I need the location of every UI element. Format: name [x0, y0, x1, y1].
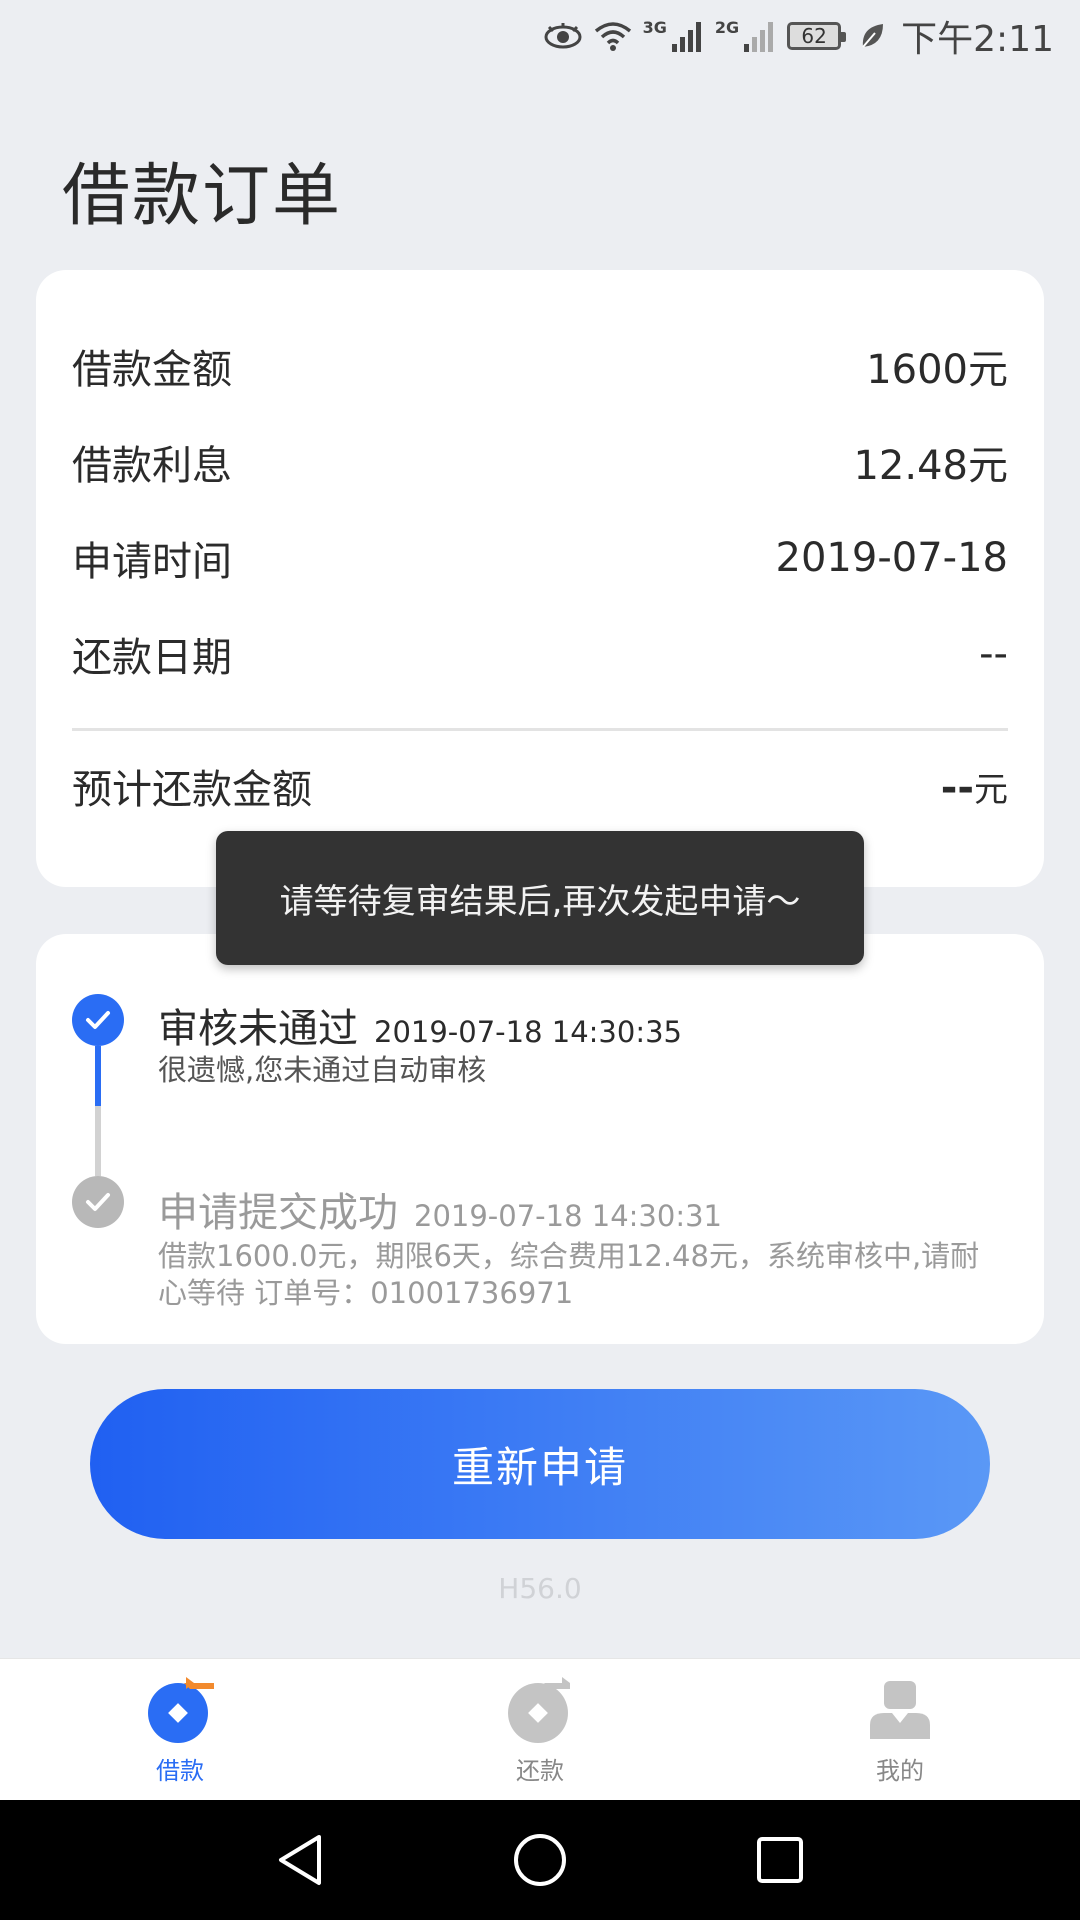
- timeline-item-submitted: 申请提交成功 2019-07-18 14:30:31: [158, 1180, 722, 1238]
- order-row-repay-date: 还款日期 --: [72, 624, 1008, 684]
- amount-value: 1600元: [866, 347, 1008, 393]
- order-row-apply-date: 申请时间 2019-07-18: [72, 528, 1008, 588]
- tab-label: 还款: [516, 1757, 564, 1785]
- status-timeline-card: 审核未通过 2019-07-18 14:30:35 很遗憾,您未通过自动审核 申…: [36, 934, 1044, 1344]
- tab-repay[interactable]: 还款: [440, 1659, 640, 1801]
- timeline-desc: 借款1600.0元，期限6天，综合费用12.48元，系统审核中,请耐心等待 订单…: [158, 1239, 980, 1310]
- bottom-tab-bar: 借款 还款 我的: [0, 1658, 1080, 1800]
- divider: [72, 728, 1008, 731]
- interest-label: 借款利息: [72, 443, 232, 489]
- amount-label: 借款金额: [72, 347, 232, 393]
- interest-value: 12.48元: [853, 443, 1008, 489]
- tab-label: 借款: [156, 1757, 204, 1785]
- profile-icon: [870, 1681, 930, 1739]
- toast-message: 请等待复审结果后,再次发起申请～: [216, 831, 864, 965]
- status-clock: 下午2:11: [901, 19, 1054, 60]
- timeline-item-rejected: 审核未通过 2019-07-18 14:30:35: [158, 996, 682, 1054]
- network-type-label: 3G: [642, 17, 667, 37]
- tab-borrow[interactable]: 借款: [80, 1659, 280, 1801]
- network-type-label: 2G: [714, 17, 740, 37]
- order-row-estimate: 预计还款金额 --元: [72, 756, 1008, 816]
- wifi-icon: [593, 19, 633, 53]
- check-circle-icon: [72, 1176, 124, 1228]
- estimate-label: 预计还款金额: [72, 767, 312, 813]
- recent-apps-icon[interactable]: [750, 1830, 810, 1890]
- timeline-title: 审核未通过: [158, 1006, 358, 1052]
- repay-date-value: --: [979, 631, 1008, 677]
- apply-date-label: 申请时间: [72, 539, 232, 585]
- estimate-amount: --: [940, 764, 974, 811]
- timeline-time: 2019-07-18 14:30:35: [374, 1015, 682, 1049]
- order-row-interest: 借款利息 12.48元: [72, 432, 1008, 492]
- page-title: 借款订单: [62, 157, 343, 236]
- timeline-time: 2019-07-18 14:30:31: [414, 1199, 722, 1233]
- repay-icon: [508, 1677, 570, 1743]
- signal-icon: [743, 20, 777, 52]
- reapply-button[interactable]: 重新申请: [90, 1389, 990, 1539]
- timeline-line-active: [95, 1046, 101, 1106]
- timeline-desc: 很遗憾,您未通过自动审核: [158, 1053, 487, 1087]
- tab-mine[interactable]: 我的: [800, 1659, 1000, 1801]
- estimate-value: --元: [941, 762, 1008, 811]
- borrow-icon: [148, 1677, 214, 1743]
- home-icon[interactable]: [510, 1830, 570, 1890]
- tab-label: 我的: [876, 1757, 924, 1785]
- leaf-icon: [859, 21, 885, 51]
- eye-icon: [543, 21, 583, 51]
- check-circle-icon: [72, 994, 124, 1046]
- order-row-amount: 借款金额 1600元: [72, 336, 1008, 396]
- timeline-title: 申请提交成功: [158, 1190, 398, 1236]
- timeline-line: [95, 1106, 101, 1176]
- version-label: H56.0: [498, 1572, 582, 1605]
- status-bar: 3G 2G 62 下午2:11: [0, 0, 1080, 72]
- apply-date-value: 2019-07-18: [775, 535, 1008, 581]
- signal-icon: [671, 20, 705, 52]
- repay-date-label: 还款日期: [72, 635, 232, 681]
- estimate-unit: 元: [974, 769, 1008, 810]
- order-details-card: 借款金额 1600元 借款利息 12.48元 申请时间 2019-07-18 还…: [36, 270, 1044, 887]
- back-icon[interactable]: [270, 1830, 330, 1890]
- battery-icon: 62: [787, 22, 847, 50]
- system-nav-bar: [0, 1800, 1080, 1920]
